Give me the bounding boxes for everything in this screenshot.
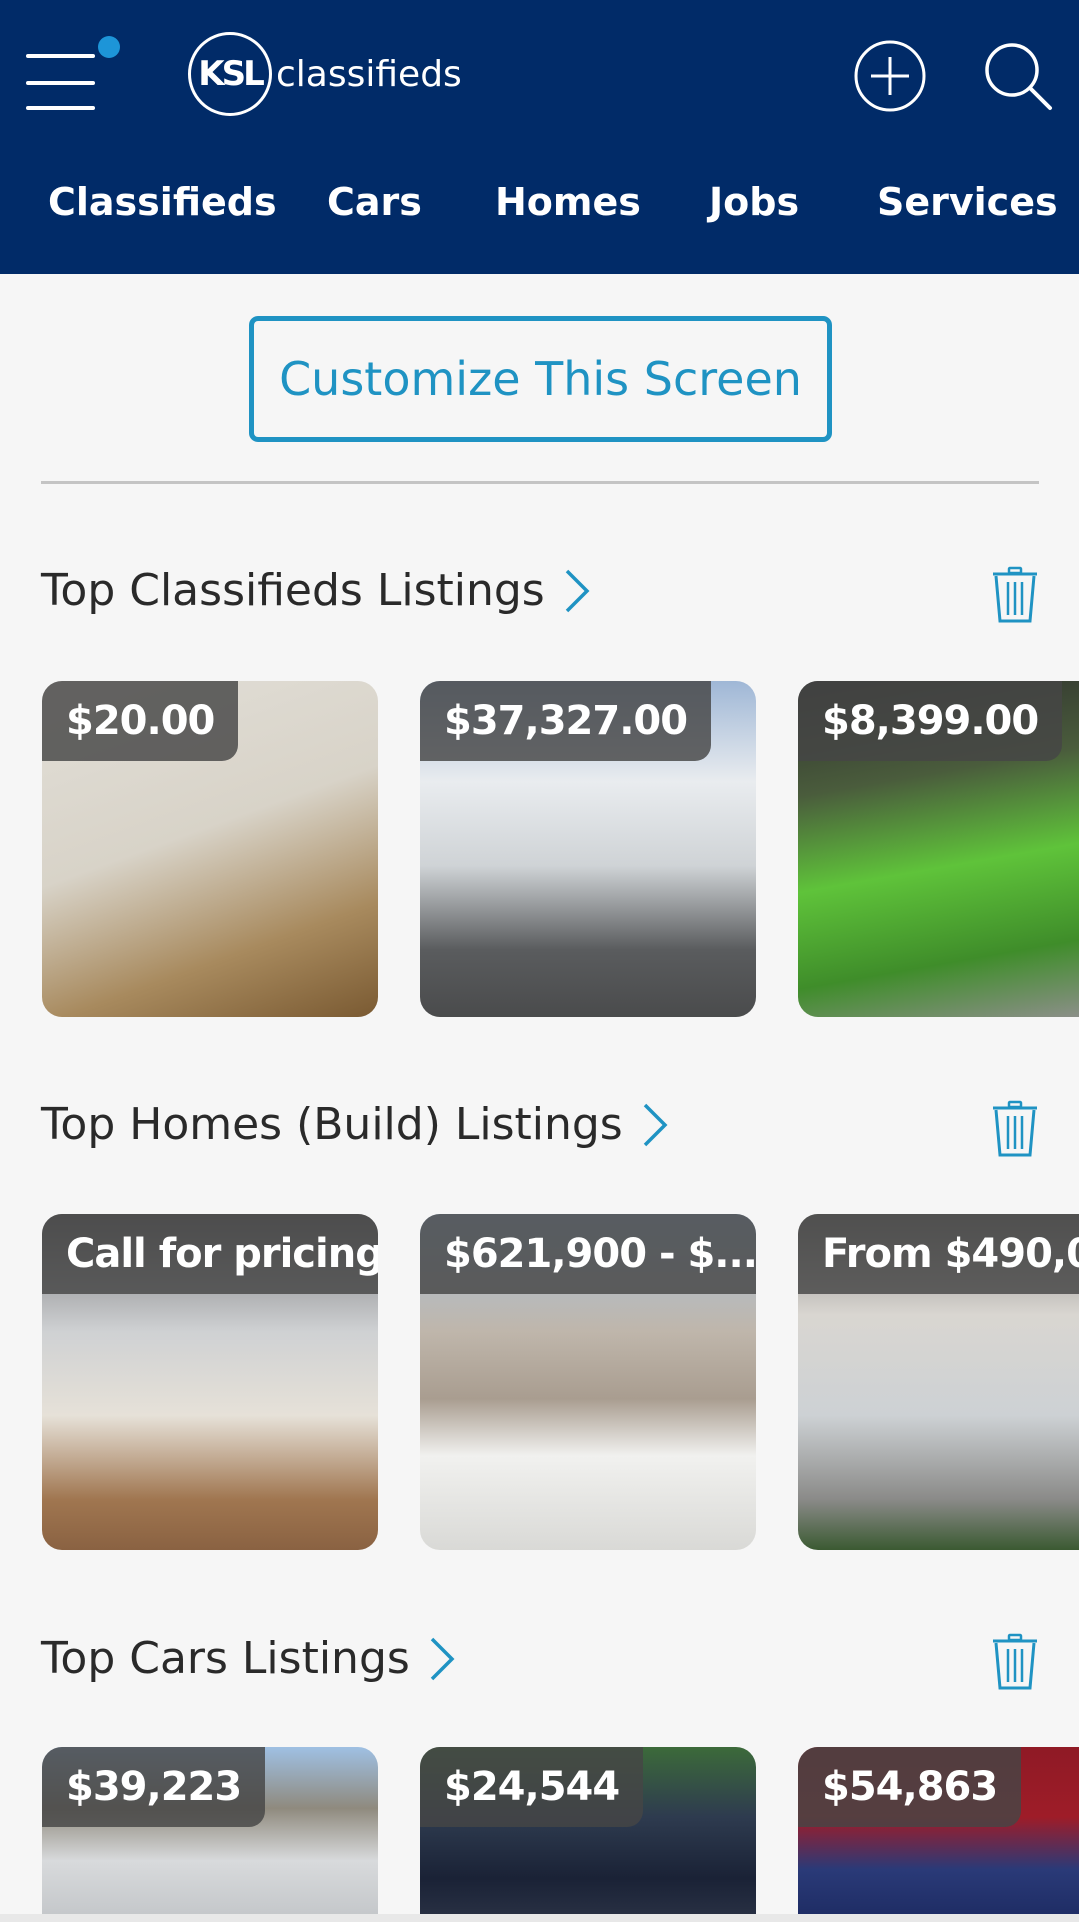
bottom-edge [0,1914,1079,1922]
menu-button[interactable] [24,36,124,118]
divider [41,481,1039,484]
section-header-cars[interactable]: Top Cars Listings [41,1633,456,1684]
listing-card[interactable]: $37,327.00 [420,681,756,1017]
listing-card[interactable]: $39,223 [42,1747,378,1922]
nav-tab-homes[interactable]: Homes [495,180,641,224]
listing-price: $39,223 [42,1747,266,1827]
nav-tab-classifieds[interactable]: Classifieds [48,180,277,224]
section-title: Top Classifieds Listings [41,565,545,616]
ksl-classifieds-logo[interactable]: KSL classifieds [188,32,462,116]
search-button[interactable] [980,38,1056,114]
customize-screen-button[interactable]: Customize This Screen [249,316,832,442]
plus-circle-icon [854,40,926,112]
listing-price: $20.00 [42,681,239,761]
listing-price: $37,327.00 [420,681,712,761]
section-title: Top Cars Listings [41,1633,410,1684]
section-title: Top Homes (Build) Listings [41,1099,623,1150]
nav-tab-jobs[interactable]: Jobs [709,180,799,224]
listing-price: $8,399.00 [798,681,1063,761]
add-listing-button[interactable] [852,38,928,114]
listing-card[interactable]: From $490,00 [798,1214,1079,1550]
chevron-right-icon [565,569,590,612]
section-header-homes[interactable]: Top Homes (Build) Listings [41,1099,669,1150]
nav-tab-services[interactable]: Services [877,180,1058,224]
listing-card[interactable]: $8,399.00 [798,681,1079,1017]
logo-mark: KSL [188,32,272,116]
section-header-classifieds[interactable]: Top Classifieds Listings [41,565,591,616]
listing-price: $54,863 [798,1747,1022,1827]
listing-price: From $490,00 [798,1214,1079,1294]
nav-tab-cars[interactable]: Cars [327,180,422,224]
notification-dot [98,36,120,58]
listing-card[interactable]: $20.00 [42,681,378,1017]
trash-icon[interactable] [991,566,1039,624]
category-nav: Classifieds Cars Homes Jobs Services [0,180,1079,250]
chevron-right-icon [643,1103,668,1146]
listing-card[interactable]: $54,863 [798,1747,1079,1922]
trash-icon[interactable] [991,1100,1039,1158]
listing-price: $621,900 - $... [420,1214,756,1294]
app-header: KSL classifieds Classifieds Cars Homes J… [0,0,1079,274]
trash-icon[interactable] [991,1633,1039,1691]
listing-card[interactable]: Call for pricing! [42,1214,378,1550]
listing-card[interactable]: $621,900 - $... [420,1214,756,1550]
listing-price: Call for pricing! [42,1214,378,1294]
search-icon [985,43,1052,110]
logo-text: classifieds [276,53,462,95]
listing-card[interactable]: $24,544 [420,1747,756,1922]
chevron-right-icon [430,1637,455,1680]
listing-price: $24,544 [420,1747,644,1827]
